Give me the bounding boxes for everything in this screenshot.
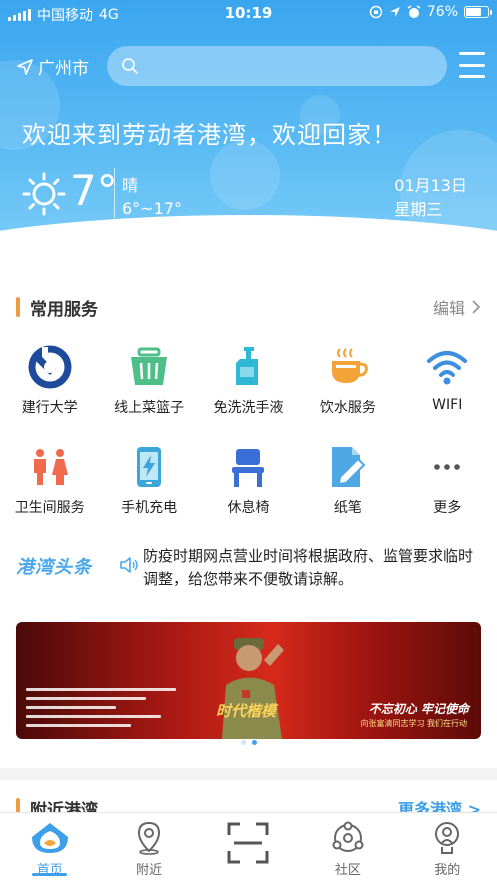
service-label: 休息椅: [227, 500, 270, 516]
service-label: 饮水服务: [319, 400, 376, 416]
edit-button[interactable]: 编辑: [433, 295, 481, 319]
chair-icon: [226, 445, 270, 489]
section-accent-bar: [16, 297, 20, 317]
location-pin-icon: [138, 821, 161, 855]
banner-text-lines: [26, 688, 176, 733]
service-ccb-university[interactable]: 建行大学: [0, 345, 99, 445]
pagination-dot-active[interactable]: [251, 740, 257, 745]
promo-banner[interactable]: 时代楷模 不忘初心 牢记使命 向张富清同志学习 我们在行动: [16, 622, 481, 739]
date-label: 01月13日: [394, 176, 467, 195]
rotation-lock-icon: [369, 5, 383, 19]
tab-label: 附近: [136, 863, 163, 878]
service-label: 手机充电: [121, 500, 178, 516]
location-selector[interactable]: 广州市: [16, 54, 89, 79]
banner-slogan-sub: 向张富清同志学习 我们在行动: [360, 719, 467, 728]
menu-icon[interactable]: [459, 52, 485, 78]
services-grid: 建行大学 线上菜篮子 免洗洗手液 饮水服务 WIFI 卫生间服务 手机充电 休息…: [0, 345, 497, 545]
service-restroom[interactable]: 卫生间服务: [0, 445, 99, 545]
sun-icon: [22, 172, 66, 216]
service-label: 免洗洗手液: [213, 400, 284, 416]
community-icon: [332, 821, 364, 852]
tab-community[interactable]: 社区: [298, 813, 397, 883]
welcome-text: 欢迎来到劳动者港湾，欢迎回家！: [22, 121, 397, 149]
tab-home[interactable]: 首页: [0, 813, 99, 883]
speaker-icon: [120, 557, 138, 573]
service-label: 卫生间服务: [14, 500, 85, 516]
service-wifi[interactable]: WIFI: [398, 345, 497, 445]
alarm-icon: [407, 5, 421, 18]
battery-fill: [466, 8, 481, 16]
scan-icon: [227, 822, 269, 864]
battery-icon: [464, 6, 492, 18]
service-more[interactable]: 更多: [398, 445, 497, 545]
tab-scan[interactable]: [199, 813, 298, 883]
banner-pagination: [0, 740, 497, 745]
service-online-basket[interactable]: 线上菜篮子: [99, 345, 198, 445]
navigation-arrow-icon: [17, 58, 33, 75]
search-icon: [122, 58, 138, 74]
status-bar: 中国移动 4G 10:19 76%: [0, 0, 497, 26]
phone-charge-icon: [127, 445, 171, 489]
date-block: 01月13日 星期三: [394, 174, 467, 222]
sanitizer-icon: [226, 345, 270, 389]
chevron-right-icon: [472, 300, 481, 314]
service-label: WIFI: [432, 397, 463, 413]
search-input[interactable]: [107, 46, 447, 86]
bottom-tab-bar: 首页 附近 社区 我的: [0, 812, 497, 883]
app-screen: 中国移动 4G 10:19 76% 广州市 欢迎来到劳动者港湾，欢迎回家！ 7°: [0, 0, 497, 883]
edit-label: 编辑: [432, 299, 465, 318]
news-text: 防疫时期网点营业时间将根据政府、监管要求临时调整，给您带来不便敬请谅解。: [143, 547, 474, 588]
location-label: 广州市: [38, 59, 89, 79]
banner-era-text: 时代楷模: [216, 702, 277, 720]
cup-icon: [326, 345, 370, 389]
battery-percent: 76%: [426, 4, 458, 20]
service-phone-charging[interactable]: 手机充电: [99, 445, 198, 545]
banner-portrait-image: [222, 638, 284, 739]
restroom-icon: [28, 445, 72, 489]
services-header: 常用服务 编辑: [16, 295, 481, 320]
service-rest-chair[interactable]: 休息椅: [199, 445, 298, 545]
temperature-range: 6°~17°: [122, 199, 182, 218]
service-label: 纸笔: [333, 500, 362, 516]
weather-divider: [114, 168, 115, 218]
news-brand: 港湾头条: [16, 557, 92, 578]
service-label: 线上菜篮子: [114, 400, 185, 416]
wifi-icon: [425, 345, 469, 389]
section-gap: [0, 768, 497, 780]
service-paper-pen[interactable]: 纸笔: [298, 445, 397, 545]
weekday-label: 星期三: [394, 200, 443, 219]
banner-slogan: 不忘初心 牢记使命: [368, 702, 469, 716]
tab-nearby[interactable]: 附近: [99, 813, 198, 883]
tab-label: 首页: [36, 863, 63, 878]
service-label: 建行大学: [21, 400, 78, 416]
service-hand-sanitizer[interactable]: 免洗洗手液: [199, 345, 298, 445]
ccb-logo-icon: [28, 345, 72, 389]
basket-icon: [127, 345, 171, 389]
news-ticker[interactable]: 港湾头条 防疫时期网点营业时间将根据政府、监管要求临时调整，给您带来不便敬请谅解…: [16, 545, 481, 595]
home-icon: [31, 823, 68, 853]
temperature: 7°: [70, 166, 118, 215]
service-label: 更多: [433, 500, 462, 516]
service-water[interactable]: 饮水服务: [298, 345, 397, 445]
weather-condition: 晴: [122, 176, 139, 195]
tab-label: 社区: [334, 863, 361, 878]
tab-profile[interactable]: 我的: [398, 813, 497, 883]
services-title: 常用服务: [30, 299, 98, 320]
location-arrow-icon: [389, 7, 400, 17]
more-icon: [425, 445, 469, 489]
paper-pen-icon: [326, 445, 370, 489]
tab-label: 我的: [434, 863, 461, 878]
pagination-dot[interactable]: [240, 740, 246, 745]
profile-icon: [435, 822, 460, 854]
